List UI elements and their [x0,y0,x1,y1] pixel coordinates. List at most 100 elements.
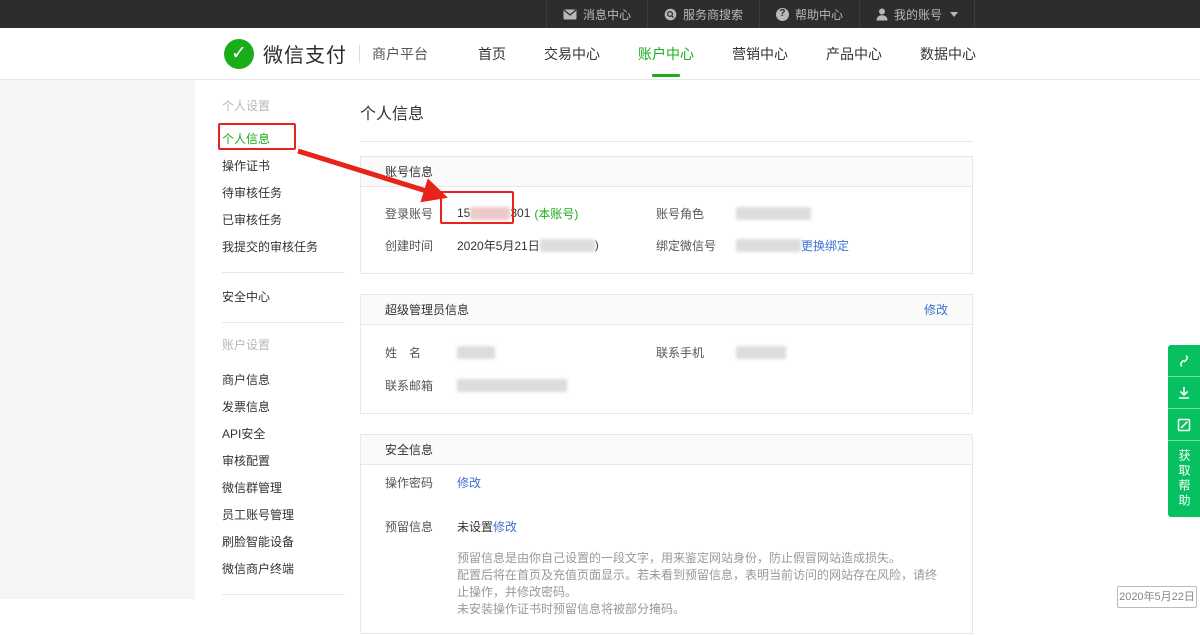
topbar-item-label: 帮助中心 [795,6,843,23]
change-binding-link[interactable]: 更换绑定 [801,237,849,254]
admin-name-label: 姓 名 [385,344,457,361]
header-inner: ✓ 微信支付 商户平台 首页 交易中心 账户中心 营销中心 产品中心 数据中心 [224,28,976,79]
edit-admin-link[interactable]: 修改 [924,301,948,318]
feedback-button[interactable] [1168,409,1200,441]
security-info-card-title: 安全信息 [385,441,433,458]
super-admin-card-title: 超级管理员信息 [385,301,469,318]
sidebar-item-reviewed-tasks[interactable]: 已审核任务 [222,207,345,234]
reserved-desc-line-2: 配置后将在首页及充值页面显示。若未看到预留信息，表明当前访问的网站存在风险，请终… [457,567,948,601]
account-row-2: 创建时间 2020年5月21日 ) 绑定微信号 更换绑定 [385,235,948,255]
sidebar: 个人设置 个人信息 操作证书 待审核任务 已审核任务 我提交的审核任务 安全中心… [222,80,345,606]
account-role-redacted [736,207,811,220]
nav-item-product-center[interactable]: 产品中心 [826,40,882,68]
sidebar-item-wechat-group-management[interactable]: 微信群管理 [222,475,345,502]
wechat-pay-logo[interactable]: ✓ 微信支付 [224,39,347,69]
super-admin-card-body: 姓 名 联系手机 联系邮箱 [361,325,972,413]
wechat-pay-logo-icon: ✓ [224,39,254,69]
nav-item-transaction-center[interactable]: 交易中心 [544,40,600,68]
sidebar-item-face-smart-device[interactable]: 刷脸智能设备 [222,529,345,556]
sidebar-item-my-submitted-tasks[interactable]: 我提交的审核任务 [222,234,345,261]
main-nav: 首页 交易中心 账户中心 营销中心 产品中心 数据中心 [478,40,976,68]
topbar-item-label: 服务商搜索 [683,6,743,23]
admin-row-2: 联系邮箱 [385,375,948,395]
sidebar-item-operation-certificate[interactable]: 操作证书 [222,153,345,180]
created-time-label: 创建时间 [385,237,457,254]
sidebar-item-api-security[interactable]: API安全 [222,421,345,448]
nav-item-account-center[interactable]: 账户中心 [638,40,694,68]
reserved-info-description: 预留信息是由你自己设置的一段文字，用来鉴定网站身份，防止假冒网站造成损失。 配置… [457,550,948,618]
download-icon [1176,385,1192,401]
topbar-item-my-account[interactable]: 我的账号 [859,0,975,28]
account-info-card: 账号信息 登录账号 15 301 (本账号) 账号角色 [360,156,973,274]
mail-icon [563,9,577,20]
page-title: 个人信息 [360,100,973,124]
account-info-card-header: 账号信息 [361,157,972,187]
date-tooltip: 2020年5月22日 [1117,586,1197,608]
sidebar-item-staff-account-management[interactable]: 员工账号管理 [222,502,345,529]
title-divider [360,141,973,142]
topbar-item-label: 我的账号 [894,6,942,23]
download-button[interactable] [1168,377,1200,409]
sidebar-divider [222,272,345,273]
super-admin-card-header: 超级管理员信息 修改 [361,295,972,325]
topbar-item-help-center[interactable]: ? 帮助中心 [759,0,859,28]
created-date: 2020年5月21日 [457,237,540,254]
admin-phone-field: 联系手机 [656,344,948,361]
sidebar-item-personal-info[interactable]: 个人信息 [222,126,345,153]
main-content: 个人信息 账号信息 登录账号 15 301 (本账号) 账号角色 [360,80,973,634]
edit-reserved-info-link[interactable]: 修改 [493,518,517,535]
bound-wechat-field: 绑定微信号 更换绑定 [656,237,948,254]
login-account-prefix: 15 [457,206,470,220]
login-account-redacted [470,207,510,220]
sidebar-section-personal-settings: 个人设置 [222,98,345,114]
security-info-card-header: 安全信息 [361,435,972,465]
sidebar-item-security-center[interactable]: 安全中心 [222,284,345,311]
sidebar-item-merchant-info[interactable]: 商户信息 [222,367,345,394]
account-role-field: 账号角色 [656,205,948,222]
feedback-icon [1176,417,1192,433]
created-time-trailing: ) [595,238,599,252]
nav-item-marketing-center[interactable]: 营销中心 [732,40,788,68]
operation-password-label: 操作密码 [385,474,457,491]
sidebar-item-pending-review-tasks[interactable]: 待审核任务 [222,180,345,207]
reserved-info-status: 未设置 [457,518,493,535]
current-account-note: (本账号) [534,205,578,222]
created-time-field: 创建时间 2020年5月21日 ) [385,237,656,254]
account-info-card-body: 登录账号 15 301 (本账号) 账号角色 创建时间 [361,187,972,273]
nav-item-data-center[interactable]: 数据中心 [920,40,976,68]
change-password-link[interactable]: 修改 [457,474,481,491]
sidebar-divider [222,594,345,595]
user-icon [876,8,888,21]
admin-email-redacted [457,379,567,392]
admin-phone-redacted [736,346,786,359]
bound-wechat-label: 绑定微信号 [656,237,736,254]
admin-email-field: 联系邮箱 [385,377,656,394]
topbar: 消息中心 服务商搜索 ? 帮助中心 我的账号 [0,0,1200,28]
sidebar-item-wechat-merchant-terminal[interactable]: 微信商户终端 [222,556,345,583]
reserved-desc-line-3: 未安装操作证书时预留信息将被部分掩码。 [457,601,948,618]
sidebar-item-invoice-info[interactable]: 发票信息 [222,394,345,421]
sidebar-section-account-settings: 账户设置 [222,337,345,353]
reserved-info-label: 预留信息 [385,518,457,535]
created-time-redacted [540,239,595,252]
wechat-pay-merchant-portal: { "topbar": { "items": [ { "icon": "mail… [0,0,1200,599]
super-admin-card: 超级管理员信息 修改 姓 名 联系手机 联系邮箱 [360,294,973,414]
login-account-field: 登录账号 15 301 (本账号) [385,205,656,222]
link-share-button[interactable] [1168,345,1200,377]
sidebar-item-review-config[interactable]: 审核配置 [222,448,345,475]
login-account-label: 登录账号 [385,205,457,222]
security-info-card: 安全信息 操作密码 修改 预留信息 未设置 修改 预留信息是由你自己设置的一段文… [360,434,973,634]
sidebar-divider [222,322,345,323]
topbar-item-messages[interactable]: 消息中心 [546,0,647,28]
reserved-desc-line-1: 预留信息是由你自己设置的一段文字，用来鉴定网站身份，防止假冒网站造成损失。 [457,550,948,567]
bound-wechat-redacted [736,239,801,252]
floating-help-widget: 获取帮助 [1168,345,1200,517]
get-help-button[interactable]: 获取帮助 [1168,441,1200,517]
nav-item-home[interactable]: 首页 [478,40,506,68]
admin-phone-label: 联系手机 [656,344,736,361]
link-icon [1176,353,1192,369]
topbar-item-provider-search[interactable]: 服务商搜索 [647,0,759,28]
admin-name-field: 姓 名 [385,344,656,361]
admin-row-1: 姓 名 联系手机 [385,342,948,362]
chevron-down-icon [950,12,958,17]
